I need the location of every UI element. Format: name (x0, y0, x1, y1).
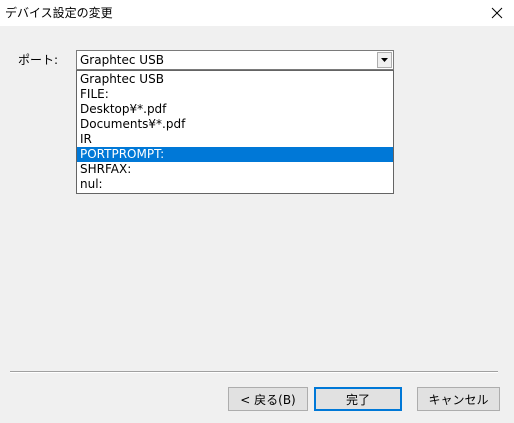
separator (10, 371, 498, 373)
chevron-down-icon (381, 58, 388, 62)
cancel-button[interactable]: キャンセル (417, 387, 500, 411)
port-label: ポート: (18, 53, 59, 67)
finish-button[interactable]: 完了 (314, 387, 402, 411)
port-combobox[interactable]: Graphtec USB (76, 50, 394, 70)
port-option[interactable]: Graphtec USB (77, 72, 393, 87)
port-selected-value: Graphtec USB (80, 53, 164, 67)
back-button[interactable]: < 戻る(B) (228, 387, 308, 411)
close-button[interactable] (480, 0, 514, 26)
port-option[interactable]: IR (77, 132, 393, 147)
title-bar: デバイス設定の変更 (0, 0, 514, 26)
port-option[interactable]: FILE: (77, 87, 393, 102)
port-option[interactable]: PORTPROMPT: (77, 147, 393, 162)
port-option[interactable]: SHRFAX: (77, 162, 393, 177)
port-option[interactable]: nul: (77, 177, 393, 192)
close-icon (491, 7, 503, 19)
port-dropdown-button[interactable] (377, 52, 392, 68)
port-option[interactable]: Documents¥*.pdf (77, 117, 393, 132)
port-option[interactable]: Desktop¥*.pdf (77, 102, 393, 117)
port-options-list: Graphtec USB FILE: Desktop¥*.pdf Documents¥… (76, 70, 394, 194)
window-title: デバイス設定の変更 (5, 6, 113, 20)
